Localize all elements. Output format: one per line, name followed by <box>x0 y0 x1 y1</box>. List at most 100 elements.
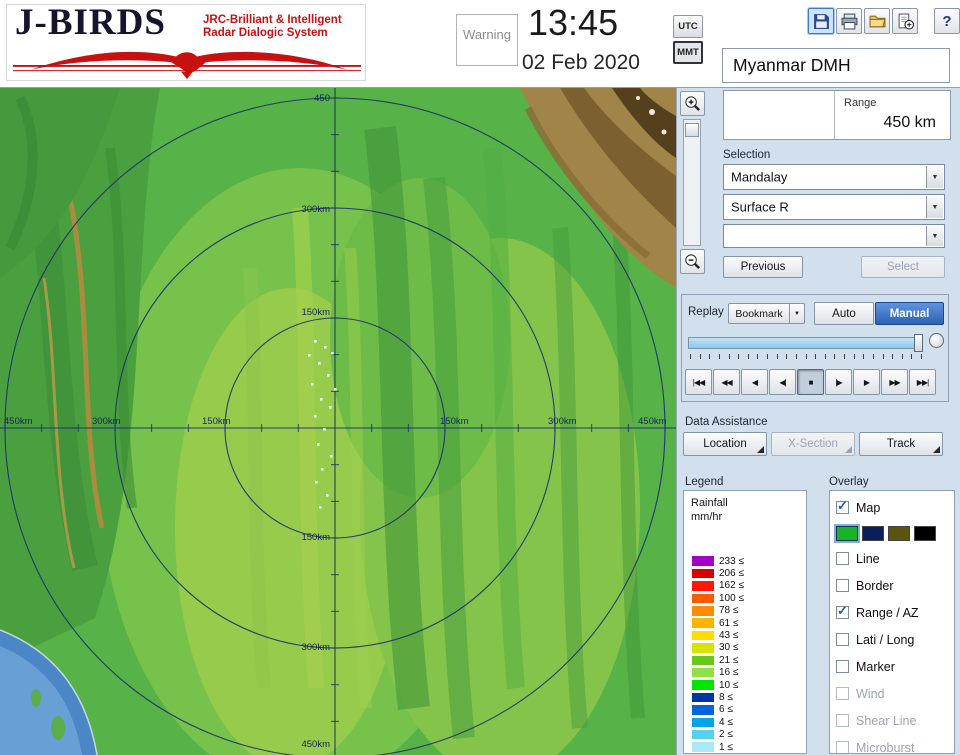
slider-tick <box>757 354 759 359</box>
step-back-button[interactable]: ◀| <box>769 369 796 395</box>
map-color-swatch[interactable] <box>888 525 910 541</box>
fast-forward-button[interactable]: ▶▶ <box>881 369 908 395</box>
utc-button[interactable]: UTC <box>673 15 703 38</box>
checkbox-map[interactable]: ✓ <box>836 498 849 514</box>
chevron-down-icon[interactable]: ▼ <box>926 226 943 246</box>
manual-button[interactable]: Manual <box>875 302 944 325</box>
slider-tick <box>901 354 903 359</box>
track-label: Track <box>886 438 916 450</box>
checkbox-wind <box>836 687 849 700</box>
map-color-swatch[interactable] <box>836 525 858 541</box>
elevation-dropdown[interactable]: ▼ <box>723 224 945 248</box>
slider-tick <box>728 354 730 359</box>
overlay-item-line[interactable]: Line <box>836 545 954 572</box>
zoom-slider-thumb[interactable] <box>685 123 699 137</box>
range-divider <box>834 91 835 139</box>
stop-button[interactable]: ■ <box>797 369 824 395</box>
skip-to-start-button[interactable]: |◀◀ <box>685 369 712 395</box>
overlay-item-label: Microburst <box>856 740 915 754</box>
range-ring-label: 150km <box>301 532 330 543</box>
overlay-item-map[interactable]: ✓ Map <box>836 494 954 521</box>
help-icon: ? <box>942 12 952 30</box>
logo-title: J-BIRDS <box>15 2 166 43</box>
checkbox-marker[interactable] <box>836 660 849 673</box>
overlay-item-border[interactable]: Border <box>836 572 954 599</box>
replay-slider-thumb[interactable] <box>914 334 923 352</box>
chevron-down-icon[interactable]: ▼ <box>926 166 943 188</box>
slider-tick <box>767 354 768 359</box>
legend-value: 206 ≤ <box>719 568 744 580</box>
chevron-down-icon[interactable]: ▼ <box>790 303 805 324</box>
print-button[interactable] <box>836 8 862 34</box>
eagle-logo-icon <box>13 51 361 80</box>
bookmark-button[interactable]: Bookmark ▼ <box>728 303 805 324</box>
step-forward-button[interactable]: |▶ <box>825 369 852 395</box>
replay-timeline-slider[interactable] <box>688 337 922 349</box>
legend-row: 233 ≤ <box>692 555 744 567</box>
slider-tick <box>882 354 884 359</box>
export-button[interactable] <box>892 8 918 34</box>
checkbox-lati-long[interactable] <box>836 633 849 646</box>
save-icon <box>813 13 829 29</box>
product-dropdown[interactable]: Surface R ▼ <box>723 194 945 220</box>
overlay-item-label: Lati / Long <box>856 632 915 647</box>
zoom-out-button[interactable] <box>680 249 705 274</box>
legend-color-swatch <box>692 556 714 566</box>
chevron-down-icon[interactable]: ▼ <box>926 196 943 218</box>
x-section-label: X-Section <box>788 438 838 450</box>
station-name: Myanmar DMH <box>722 48 950 83</box>
previous-button[interactable]: Previous <box>723 256 803 278</box>
range-ring-label: 450km <box>638 416 667 427</box>
site-dropdown[interactable]: Mandalay ▼ <box>723 164 945 190</box>
save-button[interactable] <box>808 8 834 34</box>
map-color-swatch[interactable] <box>862 525 884 541</box>
range-ring-label: 300km <box>301 642 330 653</box>
checkbox-border[interactable] <box>836 579 849 592</box>
play-reverse-button[interactable]: ◀ <box>741 369 768 395</box>
slider-tick <box>844 354 845 359</box>
track-button[interactable]: Track <box>859 432 943 456</box>
range-label: Range <box>844 97 877 109</box>
map-color-swatch[interactable] <box>914 525 936 541</box>
open-folder-button[interactable] <box>864 8 890 34</box>
corner-triangle-icon <box>757 446 764 453</box>
replay-panel: Replay Bookmark ▼ Auto Manual |◀◀ ◀◀ ◀ ◀| ■ |▶… <box>681 294 949 402</box>
help-button[interactable]: ? <box>934 8 960 34</box>
range-display: Range 450 km <box>723 90 951 140</box>
legend-value: 61 ≤ <box>719 617 739 629</box>
overlay-item-range-az[interactable]: ✓ Range / AZ <box>836 599 954 626</box>
slider-tick <box>824 354 826 359</box>
legend-color-swatch <box>692 742 714 752</box>
checkbox-range-az[interactable]: ✓ <box>836 603 849 619</box>
legend-value: 10 ≤ <box>719 679 739 691</box>
replay-label: Replay <box>688 306 724 318</box>
legend-value: 78 ≤ <box>719 605 739 617</box>
location-button[interactable]: Location <box>683 432 767 456</box>
overlay-item-lati-long[interactable]: Lati / Long <box>836 626 954 653</box>
playback-controls: |◀◀ ◀◀ ◀ ◀| ■ |▶ ▶ ▶▶ ▶▶| <box>685 369 936 395</box>
bookmark-label[interactable]: Bookmark <box>728 303 790 324</box>
replay-slider-knob[interactable] <box>929 333 944 348</box>
legend-rows: 233 ≤206 ≤162 ≤100 ≤78 ≤61 ≤43 ≤30 ≤21 ≤… <box>692 555 744 753</box>
legend-value: 1 ≤ <box>719 741 733 753</box>
legend-color-swatch <box>692 729 714 740</box>
checkbox-microburst <box>836 741 849 753</box>
selection-label: Selection <box>723 149 771 161</box>
skip-to-end-button[interactable]: ▶▶| <box>909 369 936 395</box>
legend-row: 4 ≤ <box>692 716 744 728</box>
legend-value: 2 ≤ <box>719 729 733 741</box>
mmt-button[interactable]: MMT <box>673 41 703 64</box>
legend-row: 8 ≤ <box>692 691 744 703</box>
play-button[interactable]: ▶ <box>853 369 880 395</box>
zoom-slider[interactable] <box>683 119 701 246</box>
legend-value: 43 ≤ <box>719 630 739 642</box>
radar-map-canvas[interactable]: 450 300km 150km 150km 300km 450km 450km 300km 15… <box>0 88 676 755</box>
overlay-item-marker[interactable]: Marker <box>836 653 954 680</box>
replay-slider-ticks <box>690 354 922 359</box>
legend-value: 100 ≤ <box>719 592 744 604</box>
map-color-swatches <box>836 521 954 545</box>
auto-button[interactable]: Auto <box>814 302 874 325</box>
checkbox-line[interactable] <box>836 552 849 565</box>
zoom-in-button[interactable] <box>680 91 705 116</box>
fast-rewind-button[interactable]: ◀◀ <box>713 369 740 395</box>
